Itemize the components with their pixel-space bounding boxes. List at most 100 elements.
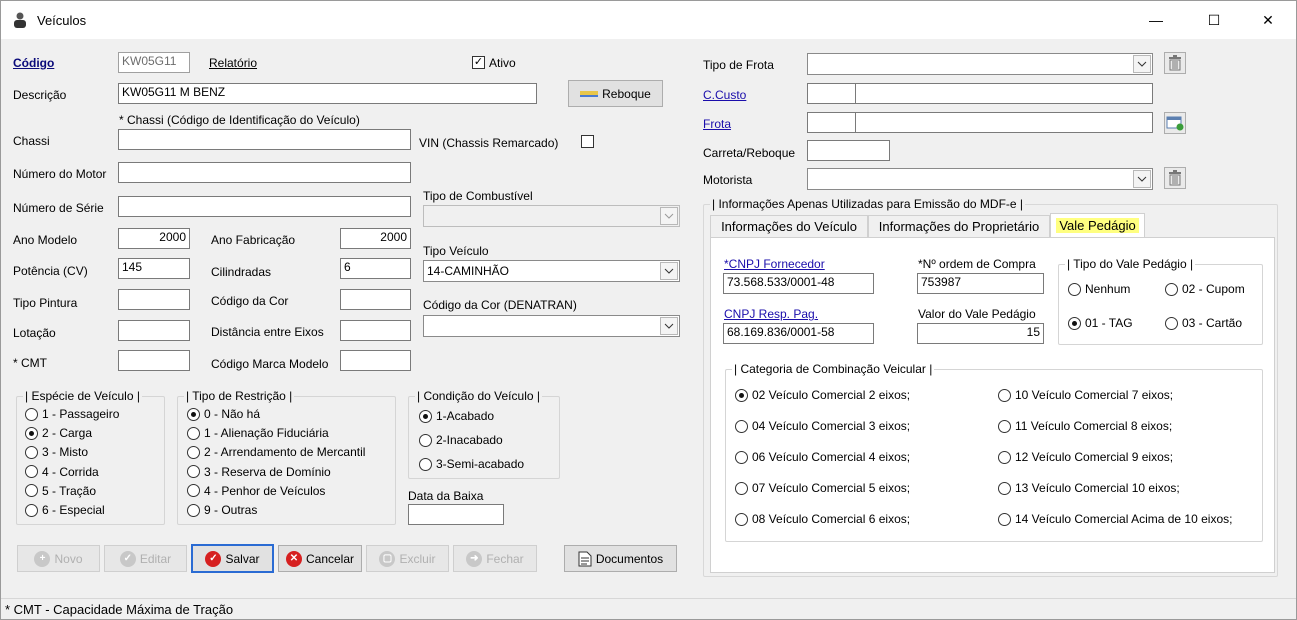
tipo-frota-select[interactable] [807, 53, 1153, 75]
vin-checkbox[interactable] [581, 135, 594, 148]
categoria-radio[interactable]: 04 Veículo Comercial 3 eixos; [735, 419, 910, 433]
condicao-radio[interactable]: 1-Acabado [419, 409, 494, 423]
especie-radio[interactable]: 5 - Tração [25, 484, 96, 498]
ano-fab-field[interactable]: 2000 [340, 228, 411, 249]
serie-field[interactable] [118, 196, 411, 217]
tipo-vale-radio[interactable]: 01 - TAG [1068, 316, 1133, 330]
cnpj-resp-field[interactable]: 68.169.836/0001-58 [723, 323, 874, 344]
close-button[interactable]: ✕ [1245, 5, 1291, 35]
categoria-radio[interactable]: 13 Veículo Comercial 10 eixos; [998, 481, 1180, 495]
relatorio-link[interactable]: Relatório [209, 56, 257, 70]
ativo-checkbox[interactable]: ✓ [472, 56, 485, 69]
pintura-field[interactable] [118, 289, 190, 310]
cor-denatran-select[interactable] [423, 315, 680, 337]
maximize-button[interactable]: ☐ [1191, 5, 1237, 35]
radio-circle [1165, 282, 1178, 296]
categoria-radio[interactable]: 11 Veículo Comercial 8 eixos; [998, 419, 1172, 433]
condicao-title: | Condição do Veículo | [415, 389, 542, 403]
tipo-vale-radio[interactable]: 02 - Cupom [1165, 282, 1245, 296]
especie-radio[interactable]: 6 - Especial [25, 503, 105, 517]
novo-button[interactable]: + Novo [17, 545, 100, 572]
cor-field[interactable] [340, 289, 411, 310]
excluir-button[interactable]: ▢ Excluir [366, 545, 449, 572]
cilindradas-field[interactable]: 6 [340, 258, 411, 279]
cancelar-button[interactable]: ✕ Cancelar [278, 545, 362, 572]
combustivel-select[interactable] [423, 205, 680, 227]
categoria-title: | Categoria de Combinação Veicular | [732, 362, 935, 376]
especie-radio[interactable]: 3 - Misto [25, 445, 88, 459]
close-icon: ✕ [285, 550, 302, 567]
restricao-radio[interactable]: 3 - Reserva de Domínio [187, 465, 331, 479]
radio-label: 03 - Cartão [1182, 316, 1243, 330]
tipo-vale-radio[interactable]: 03 - Cartão [1165, 316, 1242, 330]
ccusto-code-field[interactable] [807, 83, 856, 104]
pintura-label: Tipo Pintura [13, 296, 78, 310]
ccusto-desc-field[interactable] [855, 83, 1153, 104]
salvar-button[interactable]: ✓ Salvar [191, 544, 274, 573]
categoria-radio[interactable]: 06 Veículo Comercial 4 eixos; [735, 450, 910, 464]
valor-label: Valor do Vale Pedágio [918, 307, 1036, 321]
minimize-button[interactable]: — [1133, 5, 1179, 35]
motor-field[interactable] [118, 162, 411, 183]
codigo-field[interactable]: KW05G11 [118, 52, 190, 73]
new-frota-button[interactable] [1164, 112, 1186, 134]
person-icon [14, 12, 26, 28]
frota-desc-field[interactable] [855, 112, 1153, 133]
condicao-radio[interactable]: 3-Semi-acabado [419, 457, 524, 471]
ordem-field[interactable]: 753987 [917, 273, 1044, 294]
radio-label: Nenhum [1085, 282, 1131, 296]
documentos-button[interactable]: Documentos [564, 545, 677, 572]
radio-label: 06 Veículo Comercial 4 eixos; [752, 450, 911, 464]
tab-vale-pedagio[interactable]: Vale Pedágio [1050, 213, 1145, 237]
especie-radio[interactable]: 2 - Carga [25, 426, 92, 440]
codigo-link[interactable]: Código [13, 56, 54, 70]
categoria-radio[interactable]: 07 Veículo Comercial 5 eixos; [735, 481, 910, 495]
categoria-radio[interactable]: 02 Veículo Comercial 2 eixos; [735, 388, 910, 402]
cnpj-fornecedor-link[interactable]: *CNPJ Fornecedor [724, 257, 825, 271]
potencia-field[interactable]: 145 [118, 258, 190, 279]
cmt-field[interactable] [118, 350, 190, 371]
cnpj-fornecedor-field[interactable]: 73.568.533/0001-48 [723, 273, 874, 294]
baixa-field[interactable] [408, 504, 504, 525]
frota-link[interactable]: Frota [703, 117, 731, 131]
cnpj-resp-link[interactable]: CNPJ Resp. Pag. [724, 307, 818, 321]
frota-code-field[interactable] [807, 112, 856, 133]
especie-radio[interactable]: 1 - Passageiro [25, 407, 119, 421]
restricao-radio[interactable]: 0 - Não há [187, 407, 260, 421]
clear-motorista-button[interactable] [1164, 167, 1186, 189]
restricao-radio[interactable]: 9 - Outras [187, 503, 257, 517]
tab-informacoes-proprietario[interactable]: Informações do Proprietário [868, 215, 1050, 237]
radio-circle [25, 465, 38, 479]
chassi-field[interactable] [118, 129, 411, 150]
restricao-radio[interactable]: 1 - Alienação Fiduciária [187, 426, 329, 440]
radio-circle [998, 388, 1011, 402]
categoria-radio[interactable]: 14 Veículo Comercial Acima de 10 eixos; [998, 512, 1232, 526]
clear-frota-button[interactable] [1164, 52, 1186, 74]
reboque-button[interactable]: Reboque [568, 80, 663, 107]
eixos-field[interactable] [340, 320, 411, 341]
fechar-button[interactable]: ➜ Fechar [453, 545, 537, 572]
ccusto-link[interactable]: C.Custo [703, 88, 746, 102]
categoria-radio[interactable]: 12 Veículo Comercial 9 eixos; [998, 450, 1173, 464]
tipo-veiculo-select[interactable]: 14-CAMINHÃO [423, 260, 680, 282]
radio-circle [998, 450, 1011, 464]
restricao-radio[interactable]: 4 - Penhor de Veículos [187, 484, 325, 498]
radio-circle [25, 445, 38, 459]
radio-label: 04 Veículo Comercial 3 eixos; [752, 419, 911, 433]
lotacao-field[interactable] [118, 320, 190, 341]
tipo-vale-radio[interactable]: Nenhum [1068, 282, 1130, 296]
editar-button[interactable]: ✓ Editar [104, 545, 187, 572]
condicao-radio[interactable]: 2-Inacabado [419, 433, 503, 447]
carreta-field[interactable] [807, 140, 890, 161]
ano-modelo-field[interactable]: 2000 [118, 228, 190, 249]
motorista-select[interactable] [807, 168, 1153, 190]
descricao-field[interactable]: KW05G11 M BENZ [118, 83, 537, 104]
valor-field[interactable]: 15 [917, 323, 1044, 344]
marca-field[interactable] [340, 350, 411, 371]
especie-radio[interactable]: 4 - Corrida [25, 465, 99, 479]
categoria-radio[interactable]: 10 Veículo Comercial 7 eixos; [998, 388, 1173, 402]
descricao-label: Descrição [13, 88, 67, 102]
tab-informacoes-veiculo[interactable]: Informações do Veículo [710, 215, 868, 237]
restricao-radio[interactable]: 2 - Arrendamento de Mercantil [187, 445, 365, 459]
categoria-radio[interactable]: 08 Veículo Comercial 6 eixos; [735, 512, 910, 526]
